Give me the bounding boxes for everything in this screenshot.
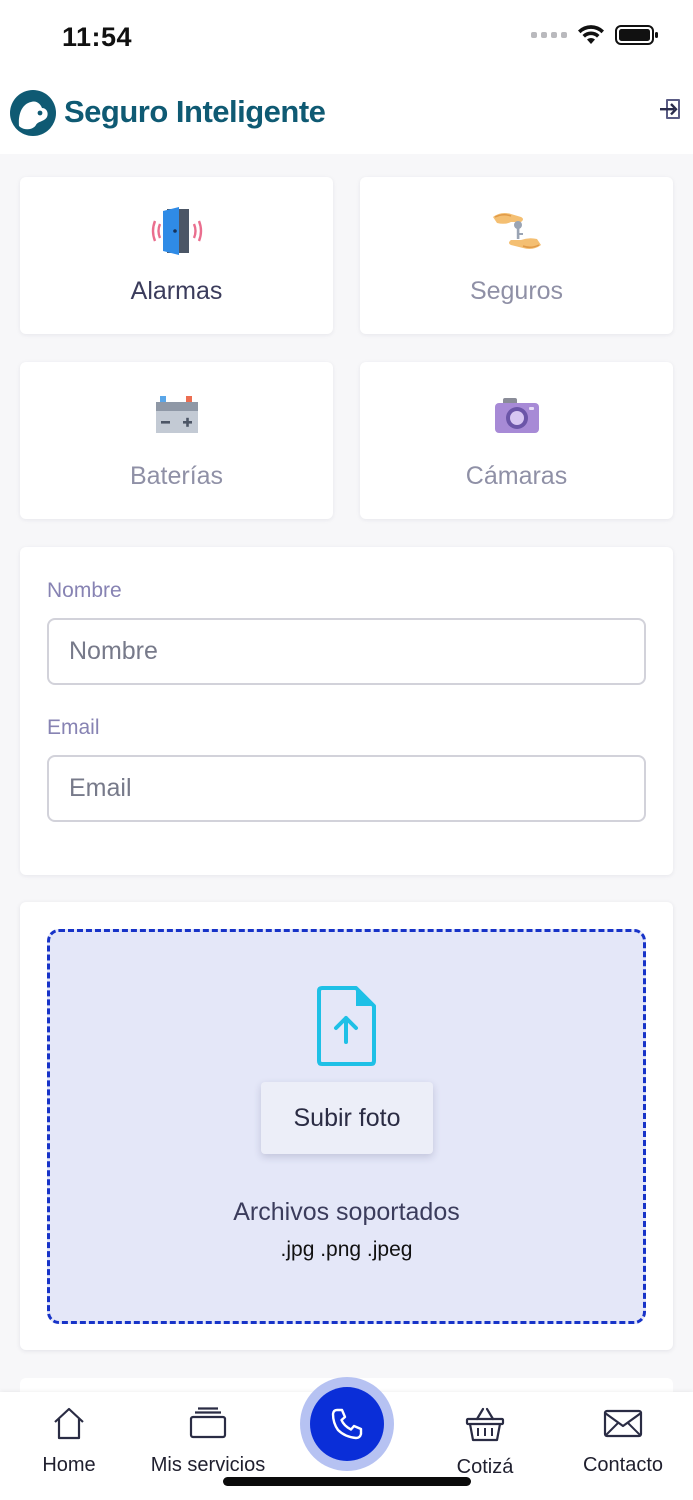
nav-home-label: Home	[42, 1454, 96, 1476]
contact-form: Nombre Email	[20, 547, 673, 875]
status-time: 11:54	[62, 22, 133, 52]
nav-contact-label: Contacto	[582, 1454, 664, 1476]
file-upload-icon	[317, 986, 376, 1066]
basket-icon	[465, 1407, 505, 1442]
camera-icon	[494, 398, 539, 433]
email-input[interactable]	[47, 755, 646, 822]
service-card-seguros[interactable]: Seguros	[360, 177, 673, 334]
brand-logo-icon	[10, 90, 56, 136]
status-bar: 11:54	[0, 0, 693, 76]
mail-icon	[603, 1409, 643, 1438]
phone-icon	[331, 1408, 363, 1440]
service-label: Baterías	[129, 462, 224, 490]
logout-icon[interactable]	[657, 96, 683, 122]
nav-cotiza[interactable]: Cotizá	[415, 1406, 555, 1479]
service-card-alarmas[interactable]: Alarmas	[20, 177, 333, 334]
name-input[interactable]	[47, 618, 646, 685]
upload-photo-button[interactable]: Subir foto	[261, 1082, 433, 1154]
nav-quote-label: Cotizá	[456, 1456, 514, 1478]
nav-mis-servicios[interactable]: Mis servicios	[138, 1406, 278, 1477]
service-label: Cámaras	[465, 462, 568, 490]
call-button-ring	[300, 1377, 394, 1471]
call-button[interactable]	[310, 1387, 384, 1461]
supported-files-title: Archivos soportados	[233, 1198, 460, 1226]
battery-icon	[155, 396, 198, 433]
hand-key-icon	[492, 213, 541, 249]
photo-dropzone[interactable]: Subir foto Archivos soportados .jpg .png…	[47, 929, 646, 1324]
service-card-baterias[interactable]: Baterías	[20, 362, 333, 519]
nav-services-label: Mis servicios	[150, 1454, 266, 1476]
home-indicator	[223, 1477, 471, 1486]
wifi-icon	[578, 25, 604, 44]
nav-home[interactable]: Home	[0, 1406, 139, 1477]
home-icon	[54, 1407, 84, 1440]
battery-status-icon	[615, 25, 658, 45]
upload-card: Subir foto Archivos soportados .jpg .png…	[20, 902, 673, 1350]
door-alarm-icon	[151, 207, 202, 255]
brand-logo: Seguro Inteligente	[6, 86, 326, 138]
signal-icon	[531, 32, 567, 38]
brand-name: Seguro Inteligente	[64, 94, 326, 129]
email-label: Email	[47, 716, 100, 739]
service-card-camaras[interactable]: Cámaras	[360, 362, 673, 519]
name-label: Nombre	[47, 579, 122, 602]
nav-contacto[interactable]: Contacto	[553, 1406, 693, 1477]
service-label: Alarmas	[130, 277, 223, 305]
service-label: Seguros	[469, 277, 564, 305]
app-header: Seguro Inteligente	[0, 76, 693, 154]
status-icons	[531, 24, 659, 46]
services-icon	[189, 1407, 227, 1439]
supported-extensions: .jpg .png .jpeg	[280, 1238, 413, 1261]
